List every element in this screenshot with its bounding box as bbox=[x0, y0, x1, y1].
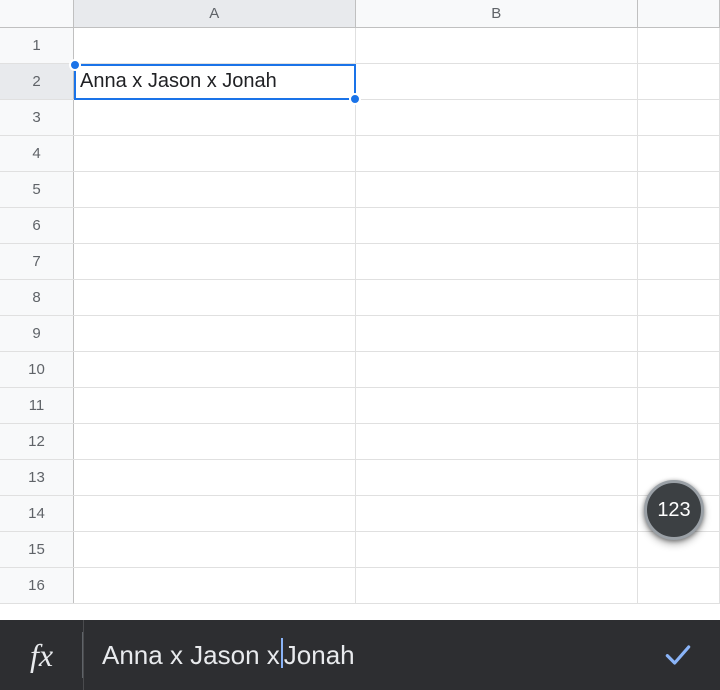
cell-C8[interactable] bbox=[638, 280, 720, 315]
row-header[interactable]: 10 bbox=[0, 352, 74, 387]
formula-text-before-caret: Anna x Jason x bbox=[102, 640, 280, 671]
cell-A12[interactable] bbox=[74, 424, 356, 459]
row-header[interactable]: 8 bbox=[0, 280, 74, 315]
cell-B4[interactable] bbox=[356, 136, 638, 171]
cell-B2[interactable] bbox=[356, 64, 638, 99]
cell-A13[interactable] bbox=[74, 460, 356, 495]
cell-A8[interactable] bbox=[74, 280, 356, 315]
row-header[interactable]: 12 bbox=[0, 424, 74, 459]
row: 10 bbox=[0, 352, 720, 388]
cell-A2[interactable]: Anna x Jason x Jonah bbox=[74, 64, 356, 99]
row: 12 bbox=[0, 424, 720, 460]
cell-B14[interactable] bbox=[356, 496, 638, 531]
cell-B5[interactable] bbox=[356, 172, 638, 207]
row: 3 bbox=[0, 100, 720, 136]
column-header-row: A B bbox=[0, 0, 720, 28]
cell-A1[interactable] bbox=[74, 28, 356, 63]
column-header-c[interactable] bbox=[638, 0, 720, 27]
cell-A9[interactable] bbox=[74, 316, 356, 351]
cell-B8[interactable] bbox=[356, 280, 638, 315]
cell-A11[interactable] bbox=[74, 388, 356, 423]
row-header[interactable]: 9 bbox=[0, 316, 74, 351]
column-header-a[interactable]: A bbox=[74, 0, 356, 27]
cell-B9[interactable] bbox=[356, 316, 638, 351]
cell-A6[interactable] bbox=[74, 208, 356, 243]
cell-A16[interactable] bbox=[74, 568, 356, 603]
row-header[interactable]: 13 bbox=[0, 460, 74, 495]
fx-icon[interactable]: fx bbox=[0, 620, 84, 690]
cell-C6[interactable] bbox=[638, 208, 720, 243]
cell-C9[interactable] bbox=[638, 316, 720, 351]
row-header[interactable]: 7 bbox=[0, 244, 74, 279]
row: 13 bbox=[0, 460, 720, 496]
formula-input[interactable]: Anna x Jason x Jonah bbox=[84, 620, 636, 690]
cell-C1[interactable] bbox=[638, 28, 720, 63]
row: 4 bbox=[0, 136, 720, 172]
cell-B15[interactable] bbox=[356, 532, 638, 567]
cell-B3[interactable] bbox=[356, 100, 638, 135]
cell-B10[interactable] bbox=[356, 352, 638, 387]
row: 16 bbox=[0, 568, 720, 604]
cell-B7[interactable] bbox=[356, 244, 638, 279]
row: 8 bbox=[0, 280, 720, 316]
cell-C3[interactable] bbox=[638, 100, 720, 135]
cell-B13[interactable] bbox=[356, 460, 638, 495]
cell-A3[interactable] bbox=[74, 100, 356, 135]
row-header[interactable]: 5 bbox=[0, 172, 74, 207]
cell-C12[interactable] bbox=[638, 424, 720, 459]
row: 11 bbox=[0, 388, 720, 424]
cell-B11[interactable] bbox=[356, 388, 638, 423]
cell-B6[interactable] bbox=[356, 208, 638, 243]
row: 1 bbox=[0, 28, 720, 64]
row-header[interactable]: 15 bbox=[0, 532, 74, 567]
confirm-button[interactable] bbox=[636, 620, 720, 690]
cell-C2[interactable] bbox=[638, 64, 720, 99]
formula-bar: fx Anna x Jason x Jonah bbox=[0, 620, 720, 690]
row-header[interactable]: 11 bbox=[0, 388, 74, 423]
row-header[interactable]: 2 bbox=[0, 64, 74, 99]
check-icon bbox=[662, 639, 694, 671]
formula-text-after-caret: Jonah bbox=[284, 640, 355, 671]
cell-value: Anna x Jason x Jonah bbox=[80, 70, 277, 93]
select-all-corner[interactable] bbox=[0, 0, 74, 27]
row: 5 bbox=[0, 172, 720, 208]
row: 9 bbox=[0, 316, 720, 352]
row: 15 bbox=[0, 532, 720, 568]
column-header-b[interactable]: B bbox=[356, 0, 638, 27]
text-caret bbox=[281, 638, 283, 668]
row-header[interactable]: 4 bbox=[0, 136, 74, 171]
row: 14 bbox=[0, 496, 720, 532]
cell-A15[interactable] bbox=[74, 532, 356, 567]
cell-C16[interactable] bbox=[638, 568, 720, 603]
row: 6 bbox=[0, 208, 720, 244]
cell-B1[interactable] bbox=[356, 28, 638, 63]
row-header[interactable]: 1 bbox=[0, 28, 74, 63]
row: 2 Anna x Jason x Jonah bbox=[0, 64, 720, 100]
numeric-keypad-button[interactable]: 123 bbox=[644, 480, 704, 540]
cell-B16[interactable] bbox=[356, 568, 638, 603]
cell-A14[interactable] bbox=[74, 496, 356, 531]
cell-A5[interactable] bbox=[74, 172, 356, 207]
cell-C11[interactable] bbox=[638, 388, 720, 423]
cell-C4[interactable] bbox=[638, 136, 720, 171]
cell-C5[interactable] bbox=[638, 172, 720, 207]
row-header[interactable]: 6 bbox=[0, 208, 74, 243]
cell-A7[interactable] bbox=[74, 244, 356, 279]
numeric-keypad-label: 123 bbox=[657, 499, 690, 522]
cell-B12[interactable] bbox=[356, 424, 638, 459]
row-header[interactable]: 14 bbox=[0, 496, 74, 531]
row: 7 bbox=[0, 244, 720, 280]
cell-A10[interactable] bbox=[74, 352, 356, 387]
cell-C10[interactable] bbox=[638, 352, 720, 387]
row-header[interactable]: 3 bbox=[0, 100, 74, 135]
cell-C7[interactable] bbox=[638, 244, 720, 279]
row-header[interactable]: 16 bbox=[0, 568, 74, 603]
cell-A4[interactable] bbox=[74, 136, 356, 171]
